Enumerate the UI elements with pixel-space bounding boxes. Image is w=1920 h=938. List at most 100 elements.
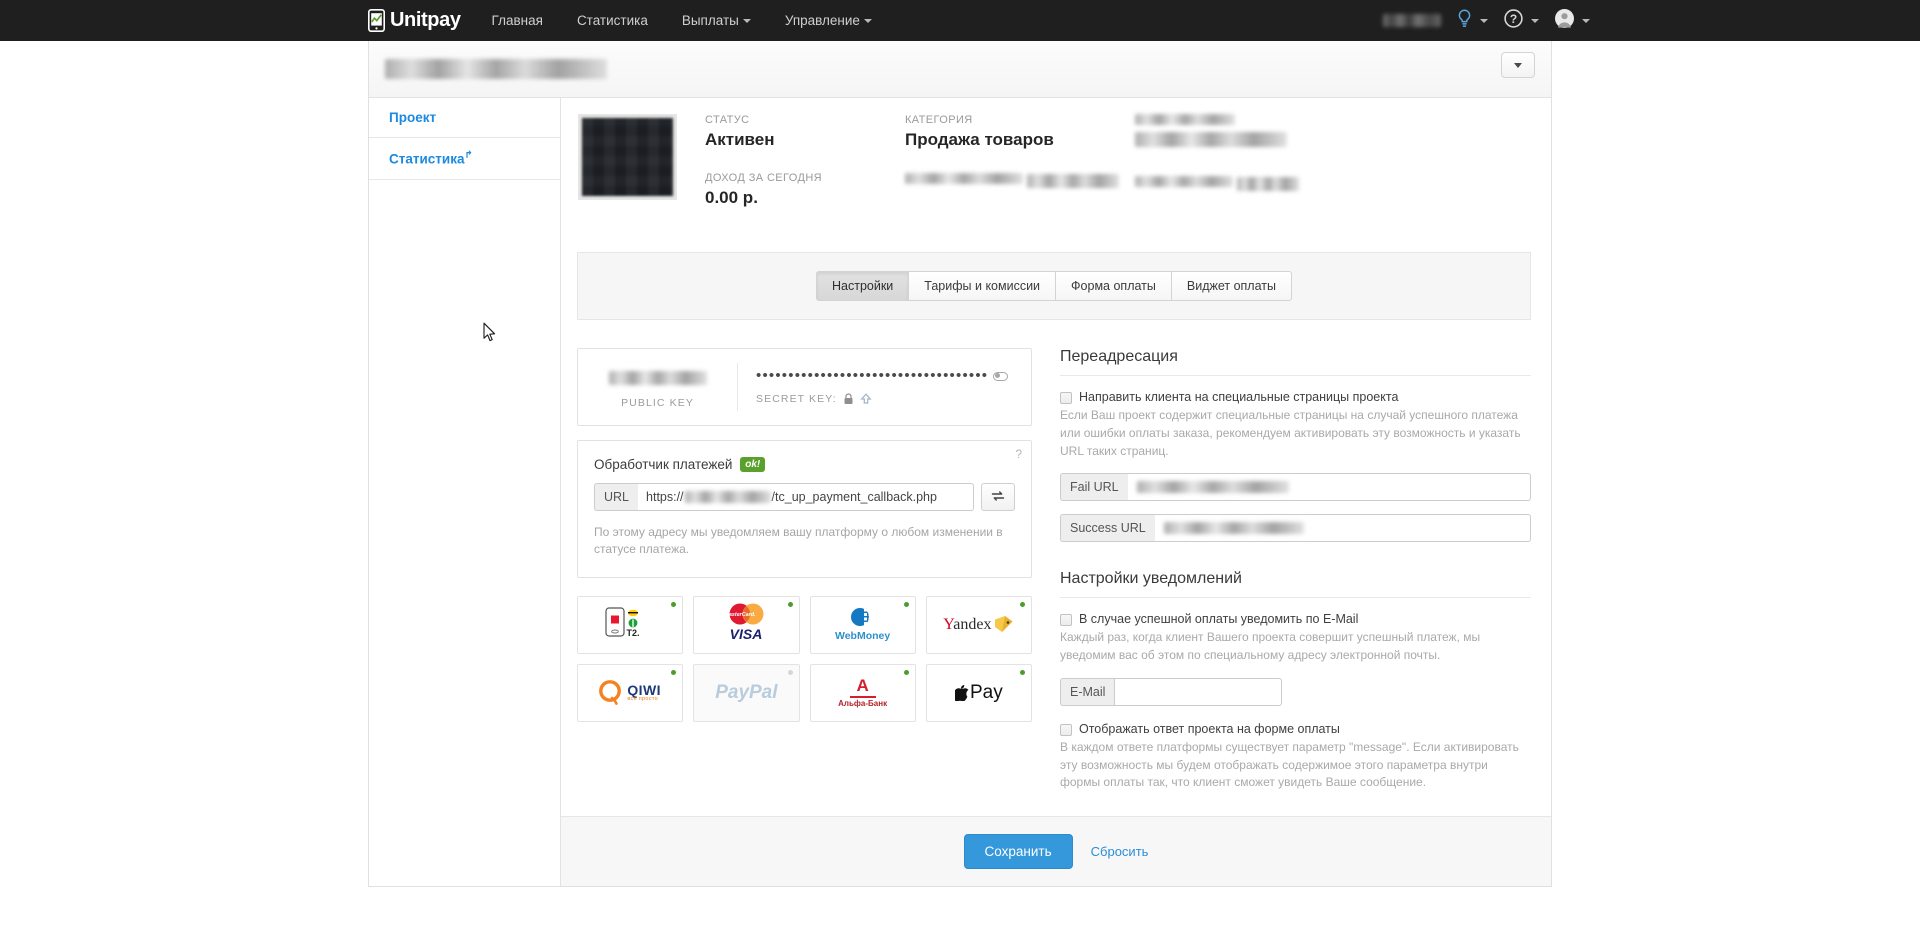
public-key-label: PUBLIC KEY	[578, 397, 737, 409]
toggle-switch-icon[interactable]	[993, 372, 1008, 381]
chevron-down-icon	[1514, 63, 1522, 68]
email-addon-label: E-Mail	[1060, 678, 1114, 706]
panel-collapse-button[interactable]	[1501, 52, 1535, 78]
payment-method-cards[interactable]: MasterCard. VISA	[693, 596, 799, 654]
payment-methods-grid: T2.	[577, 596, 1032, 722]
secret-key-label-row: SECRET KEY:	[756, 393, 1031, 405]
secret-key-block: •••••••••••••••••••••••••••••••••••• SEC…	[738, 363, 1031, 411]
summary-col-status: СТАТУС Активен ДОХОД ЗА СЕГОДНЯ 0.00 р.	[705, 114, 905, 230]
status-label: СТАТУС	[705, 114, 905, 126]
tab-payment-widget[interactable]: Виджет оплаты	[1171, 271, 1292, 301]
qiwi-sublabel: всё просто	[627, 697, 660, 703]
payment-method-qiwi[interactable]: QIWI всё просто	[577, 664, 683, 722]
sidebar-item-label: Статистика	[389, 152, 464, 167]
show-message-description: В каждом ответе платформы существует пар…	[1060, 739, 1531, 792]
webmoney-label: WebMoney	[835, 630, 890, 642]
top-navbar: Unitpay Главная Статистика Выплаты Управ…	[0, 0, 1920, 41]
payment-method-alfabank[interactable]: A Альфа-Банк	[810, 664, 916, 722]
account-menu[interactable]	[1555, 9, 1590, 33]
show-message-checkbox[interactable]	[1060, 724, 1072, 736]
url-prefix: https://	[646, 490, 684, 504]
payment-handler-hint: По этому адресу мы уведомляем вашу платф…	[594, 524, 1015, 559]
applepay-label: Pay	[970, 682, 1003, 704]
yandex-label: andex	[953, 616, 991, 633]
payment-method-paypal[interactable]: PayPal	[693, 664, 799, 722]
email-field-row: E-Mail	[1060, 678, 1282, 706]
fail-url-row: Fail URL	[1060, 473, 1531, 501]
email-notify-description: Каждый раз, когда клиент Вашего проекта …	[1060, 629, 1531, 665]
save-button[interactable]: Сохранить	[964, 834, 1073, 869]
payment-method-mobile[interactable]: T2.	[577, 596, 683, 654]
redirect-checkbox[interactable]	[1060, 392, 1072, 404]
chevron-down-icon	[743, 19, 751, 23]
email-field[interactable]	[1114, 678, 1282, 706]
redirect-checkbox-label: Направить клиента на специальные страниц…	[1079, 390, 1398, 404]
project-panel: Проект Статистика↱	[368, 41, 1552, 887]
handler-url-input[interactable]: https:// /tc_up_payment_callback.php	[638, 483, 974, 511]
main-container: Проект Статистика↱	[368, 41, 1552, 887]
yandex-money-icon: Yandex	[943, 615, 1014, 634]
status-badge: ok!	[740, 457, 765, 472]
sidebar-item-project[interactable]: Проект	[369, 98, 560, 138]
sidebar-item-statistics[interactable]: Статистика↱	[369, 138, 560, 180]
payment-method-applepay[interactable]: Pay	[926, 664, 1032, 722]
summary-masked-label-1	[905, 173, 1023, 184]
summary-masked-value-1	[1027, 174, 1119, 188]
project-main: СТАТУС Активен ДОХОД ЗА СЕГОДНЯ 0.00 р. …	[561, 98, 1551, 886]
svg-text:T2.: T2.	[627, 628, 640, 638]
fail-url-input[interactable]	[1128, 473, 1531, 501]
tab-payment-form[interactable]: Форма оплаты	[1055, 271, 1171, 301]
paypal-icon: PayPal	[715, 682, 777, 704]
navbar-right-group: ?	[1367, 0, 1920, 41]
project-sidebar: Проект Статистика↱	[369, 98, 561, 886]
refresh-cloud-icon[interactable]	[860, 393, 871, 405]
external-link-icon: ↱	[464, 150, 472, 161]
payment-method-yandex[interactable]: Yandex	[926, 596, 1032, 654]
brand-text: Unitpay	[390, 9, 461, 32]
public-key-masked	[609, 371, 707, 385]
reset-button[interactable]: Сбросить	[1091, 844, 1149, 859]
disabled-dot	[788, 670, 793, 675]
summary-col-category: КАТЕГОРИЯ Продажа товаров	[905, 114, 1135, 230]
nav-link-statistics[interactable]: Статистика	[560, 0, 665, 41]
handler-url-refresh-button[interactable]	[981, 483, 1015, 511]
handler-url-group: URL https:///tc_up_payment_callback.php	[594, 483, 974, 511]
url-suffix: /tc_up_payment_callback.php	[772, 490, 937, 504]
email-notify-checkbox-label: В случае успешной оплаты уведомить по E-…	[1079, 612, 1358, 626]
success-url-input[interactable]	[1155, 514, 1531, 542]
lock-icon[interactable]	[843, 393, 854, 405]
settings-left-column: PUBLIC KEY •••••••••••••••••••••••••••••…	[577, 348, 1032, 792]
payment-handler-title: Обработчик платежей	[594, 457, 732, 472]
summary-masked-value-3	[1237, 177, 1299, 191]
enabled-dot	[671, 670, 676, 675]
chevron-down-icon	[1582, 19, 1590, 23]
chevron-down-icon	[1480, 19, 1488, 23]
tab-settings[interactable]: Настройки	[816, 271, 908, 301]
alfabank-icon: A Альфа-Банк	[838, 677, 887, 709]
fail-url-masked-value	[1137, 481, 1289, 493]
question-mark-icon[interactable]: ?	[1015, 447, 1022, 461]
redirect-description: Если Ваш проект содержит специальные стр…	[1060, 407, 1531, 460]
help-menu[interactable]: ?	[1504, 9, 1539, 33]
page-root: Unitpay Главная Статистика Выплаты Управ…	[0, 0, 1920, 938]
alfa-label: Альфа-Банк	[838, 700, 887, 708]
panel-body: Проект Статистика↱	[369, 98, 1551, 886]
public-key-block: PUBLIC KEY	[578, 363, 738, 411]
notifications-section-title: Настройки уведомлений	[1060, 570, 1531, 588]
mobile-operators-icon: T2.	[602, 605, 658, 644]
nav-link-payouts[interactable]: Выплаты	[665, 0, 768, 41]
payment-method-webmoney[interactable]: WebMoney	[810, 596, 916, 654]
tab-bar: Настройки Тарифы и комиссии Форма оплаты…	[577, 252, 1531, 320]
brand-logo[interactable]: Unitpay	[368, 9, 475, 32]
email-notify-checkbox[interactable]	[1060, 614, 1072, 626]
ideas-menu[interactable]	[1457, 9, 1488, 33]
success-url-row: Success URL	[1060, 514, 1531, 542]
section-divider	[1060, 597, 1531, 598]
tab-rates-and-fees[interactable]: Тарифы и комиссии	[908, 271, 1055, 301]
url-masked-host	[685, 491, 771, 503]
nav-link-home[interactable]: Главная	[475, 0, 560, 41]
alfa-letter: A	[838, 677, 887, 695]
qiwi-icon: QIWI всё просто	[599, 680, 660, 706]
nav-link-management[interactable]: Управление	[768, 0, 889, 41]
show-message-checkbox-row: Отображать ответ проекта на форме оплаты	[1060, 722, 1531, 736]
